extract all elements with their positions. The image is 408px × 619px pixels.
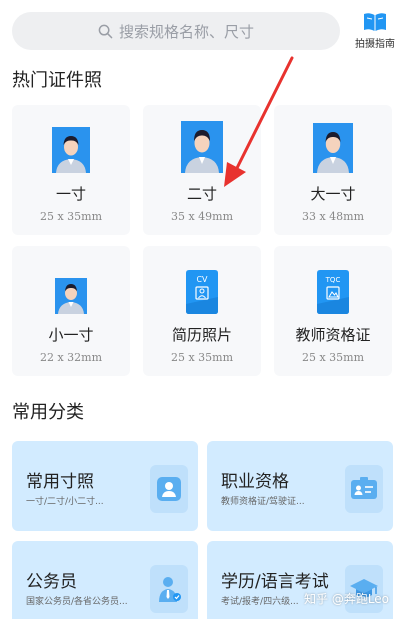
shooting-guide-label: 拍摄指南 [355, 39, 395, 50]
category-section-title: 常用分类 [12, 402, 84, 423]
category-civil-servant[interactable]: 公务员 国家公务员/各省公务员... [12, 541, 198, 619]
spec-card-two-inch[interactable]: 二寸 35 x 49mm [143, 105, 261, 235]
id-card-icon [345, 465, 383, 513]
spec-card-one-inch[interactable]: 一寸 25 x 35mm [12, 105, 130, 235]
category-education-language-exam[interactable]: 学历/语言考试 考试/报考/四六级... [207, 541, 393, 619]
cv-document-icon: CV [186, 270, 218, 314]
watermark: 知乎 @奔跑Leo [304, 592, 390, 606]
search-icon [98, 24, 113, 38]
portrait-icon [52, 127, 90, 173]
spec-size: 25 x 35mm [170, 351, 234, 364]
category-subtitle: 国家公务员/各省公务员... [26, 597, 128, 607]
category-subtitle: 考试/报考/四六级... [221, 597, 299, 607]
hot-section-title: 热门证件照 [12, 70, 102, 91]
category-title: 公务员 [26, 572, 77, 592]
category-common-photo[interactable]: 常用寸照 一寸/二寸/小二寸... [12, 441, 198, 531]
category-subtitle: 教师资格证/驾驶证... [221, 497, 305, 507]
user-card-icon [150, 465, 188, 513]
cv-badge: CV [196, 275, 208, 284]
search-placeholder: 搜索规格名称、尺寸 [118, 22, 254, 41]
spec-name: 一寸 [55, 185, 86, 203]
spec-size: 25 x 35mm [39, 210, 103, 223]
spec-name: 大一寸 [310, 185, 356, 203]
shooting-guide-button[interactable]: 拍摄指南 [346, 12, 404, 52]
portrait-icon [313, 123, 353, 173]
spec-name: 二寸 [186, 185, 217, 203]
spec-card-teacher-certificate[interactable]: TQC 教师资格证 25 x 35mm [274, 246, 392, 376]
book-icon [364, 13, 386, 31]
category-title: 学历/语言考试 [221, 572, 329, 592]
spec-name: 简历照片 [171, 326, 232, 344]
search-bar[interactable]: 搜索规格名称、尺寸 [12, 12, 340, 50]
category-title: 职业资格 [221, 472, 289, 492]
tqc-badge: TQC [325, 276, 341, 284]
portrait-icon [55, 278, 87, 314]
spec-size: 33 x 48mm [301, 210, 365, 223]
spec-name: 小一寸 [48, 326, 94, 344]
top-bar: 搜索规格名称、尺寸 拍摄指南 [0, 0, 408, 62]
category-subtitle: 一寸/二寸/小二寸... [26, 497, 104, 507]
spec-size: 22 x 32mm [39, 351, 103, 364]
spec-size: 25 x 35mm [301, 351, 365, 364]
spec-card-large-one-inch[interactable]: 大一寸 33 x 48mm [274, 105, 392, 235]
spec-name: 教师资格证 [295, 326, 371, 344]
portrait-icon [181, 121, 223, 173]
tqc-document-icon: TQC [317, 270, 349, 314]
category-professional-qualification[interactable]: 职业资格 教师资格证/驾驶证... [207, 441, 393, 531]
spec-size: 35 x 49mm [170, 210, 234, 223]
spec-card-resume-photo[interactable]: CV 简历照片 25 x 35mm [143, 246, 261, 376]
spec-card-small-one-inch[interactable]: 小一寸 22 x 32mm [12, 246, 130, 376]
category-title: 常用寸照 [26, 472, 94, 492]
official-person-icon [150, 565, 188, 613]
